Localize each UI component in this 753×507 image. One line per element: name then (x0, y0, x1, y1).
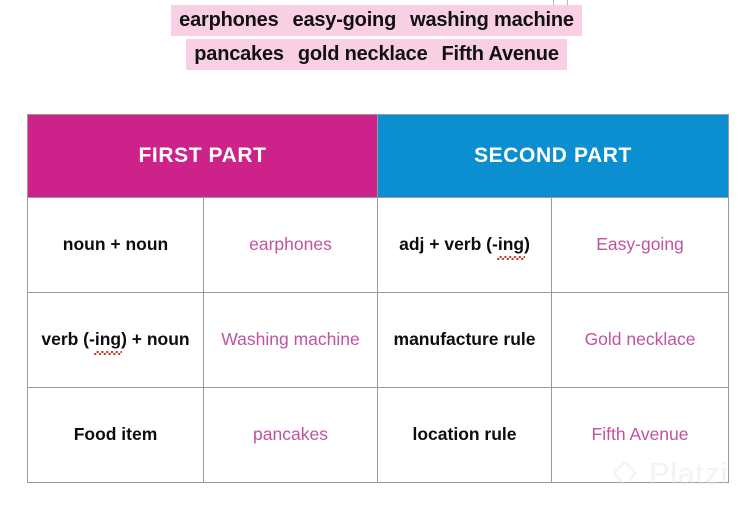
rule-text-misspelled: ing (496, 234, 526, 260)
word-bank-highlight-1: earphones easy-going washing machine (171, 5, 582, 36)
column-header-second-part: SECOND PART (377, 114, 730, 198)
rule-text-misspelled: ing (93, 329, 123, 355)
word-bank-word: washing machine (410, 9, 574, 31)
rule-text-pre: noun + noun (62, 234, 169, 255)
table-row: noun + noun earphones adj + verb (-ing) … (27, 197, 730, 293)
column-header-first-part: FIRST PART (26, 114, 379, 198)
cell-second-example: Easy-going (551, 197, 730, 293)
word-bank-word: pancakes (194, 43, 284, 65)
rule-text-pre: location rule (412, 424, 517, 445)
cell-first-example: pancakes (202, 387, 379, 483)
cell-first-rule: verb (-ing) + noun (27, 292, 204, 388)
word-bank-word: Fifth Avenue (441, 43, 559, 65)
rule-text-pre: Food item (73, 424, 158, 445)
rule-text-post: ) + noun (121, 329, 190, 350)
cell-first-example: earphones (202, 197, 379, 293)
rule-text-pre: manufacture rule (393, 329, 536, 350)
word-bank: earphones easy-going washing machine panca… (0, 0, 753, 73)
table-header-row: FIRST PART SECOND PART (26, 114, 730, 198)
cell-first-rule: Food item (27, 387, 204, 483)
cell-second-rule: location rule (377, 387, 553, 483)
word-bank-word: easy-going (292, 9, 397, 31)
table-row: verb (-ing) + noun Washing machine manuf… (27, 292, 730, 388)
cell-second-example: Gold necklace (551, 292, 730, 388)
rule-text-post: ) (524, 234, 530, 255)
rule-text-pre: verb (- (41, 329, 95, 350)
cell-second-rule: adj + verb (-ing) (377, 197, 553, 293)
compound-words-table: FIRST PART SECOND PART noun + noun earph… (26, 114, 730, 483)
word-bank-word: gold necklace (297, 43, 428, 65)
table-row: Food item pancakes location rule Fifth A… (27, 387, 730, 483)
rule-text-pre: adj + verb (- (399, 234, 498, 255)
cell-second-rule: manufacture rule (377, 292, 553, 388)
word-bank-line-1: earphones easy-going washing machine (0, 5, 753, 36)
word-bank-highlight-2: pancakes gold necklace Fifth Avenue (186, 39, 567, 70)
cell-first-example: Washing machine (202, 292, 379, 388)
word-bank-word: earphones (179, 9, 279, 31)
word-bank-line-2: pancakes gold necklace Fifth Avenue (0, 39, 753, 70)
cell-second-example: Fifth Avenue (551, 387, 730, 483)
cell-first-rule: noun + noun (27, 197, 204, 293)
